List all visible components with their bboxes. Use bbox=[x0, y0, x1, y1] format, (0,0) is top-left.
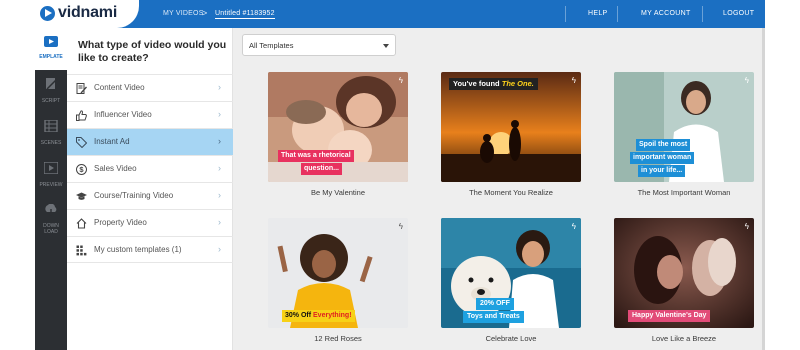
template-title[interactable]: 12 Red Roses bbox=[268, 334, 408, 343]
category-my-custom-templates[interactable]: My custom templates (1) › bbox=[67, 236, 233, 263]
tag-icon bbox=[76, 137, 87, 148]
lightning-icon: ϟ bbox=[571, 222, 576, 231]
scenes-icon bbox=[44, 120, 58, 132]
rail-label: PREVIEW bbox=[39, 182, 63, 188]
rail-item-download[interactable]: DOWN LOAD bbox=[35, 196, 67, 238]
thumbnail-caption: 20% OFF bbox=[476, 298, 514, 310]
lightning-icon: ϟ bbox=[744, 76, 749, 85]
breadcrumb-current[interactable]: Untitled #1183952 bbox=[215, 10, 275, 19]
my-account-link[interactable]: MY ACCOUNT bbox=[641, 10, 691, 17]
thumbnail-caption: You've found The One. bbox=[449, 78, 538, 90]
thumbnail-caption: Happy Valentine's Day bbox=[628, 310, 711, 322]
panel-question: What type of video would you like to cre… bbox=[78, 39, 227, 64]
category-course-training-video[interactable]: Course/Training Video › bbox=[67, 182, 233, 209]
thumbnail-caption: Toys and Treats bbox=[463, 311, 524, 323]
category-sales-video[interactable]: $ Sales Video › bbox=[67, 155, 233, 182]
template-title[interactable]: Love Like a Breeze bbox=[614, 334, 754, 343]
rail-label: SCRIPT bbox=[41, 98, 61, 104]
rail-item-preview[interactable]: PREVIEW bbox=[35, 154, 67, 196]
chevron-right-icon: › bbox=[218, 244, 221, 254]
template-thumbnail[interactable]: ϟ You've found The One. bbox=[441, 72, 581, 182]
dollar-icon: $ bbox=[76, 164, 87, 175]
template-title[interactable]: Be My Valentine bbox=[268, 188, 408, 197]
breadcrumb-my-videos[interactable]: MY VIDEOS bbox=[163, 10, 204, 17]
top-bar: vidnami MY VIDEOS > Untitled #1183952 HE… bbox=[35, 0, 765, 28]
category-label: My custom templates (1) bbox=[94, 245, 182, 254]
logo-text: vidnami bbox=[58, 4, 118, 21]
house-icon bbox=[76, 218, 87, 229]
template-filter-select[interactable]: All Templates bbox=[242, 34, 396, 56]
rail-item-template[interactable]: EMPLATE bbox=[35, 28, 67, 70]
caret-down-icon bbox=[383, 44, 389, 48]
lightning-icon: ϟ bbox=[571, 76, 576, 85]
category-label: Influencer Video bbox=[94, 110, 152, 119]
script-icon bbox=[46, 78, 58, 90]
scrollbar[interactable] bbox=[762, 28, 765, 350]
caption-text: You've found bbox=[453, 79, 502, 88]
template-filter-value: All Templates bbox=[249, 41, 294, 50]
category-content-video[interactable]: Content Video › bbox=[67, 74, 233, 101]
thumbnail-caption: question... bbox=[301, 163, 342, 175]
rail-label: SCENES bbox=[40, 140, 62, 146]
left-rail: EMPLATE SCRIPT SCENES PREVIEW DOWN LOAD bbox=[35, 28, 67, 350]
caption-highlight: Everything! bbox=[313, 312, 352, 319]
chevron-right-icon: › bbox=[218, 136, 221, 146]
lightning-icon: ϟ bbox=[744, 222, 749, 231]
chevron-right-icon: › bbox=[218, 217, 221, 227]
caption-text: 30% Off bbox=[285, 312, 314, 319]
category-influencer-video[interactable]: Influencer Video › bbox=[67, 101, 233, 128]
grid-icon bbox=[76, 245, 87, 256]
template-title[interactable]: The Most Important Woman bbox=[614, 188, 754, 197]
lightning-icon: ϟ bbox=[398, 222, 403, 231]
rail-item-scenes[interactable]: SCENES bbox=[35, 112, 67, 154]
template-title[interactable]: Celebrate Love bbox=[441, 334, 581, 343]
app-window: vidnami MY VIDEOS > Untitled #1183952 HE… bbox=[35, 0, 765, 350]
divider bbox=[702, 6, 703, 22]
rail-label: EMPLATE bbox=[39, 54, 63, 60]
document-icon bbox=[76, 83, 87, 94]
category-label: Instant Ad bbox=[94, 137, 130, 146]
template-thumbnail[interactable]: ϟ That was a rhetorical question... bbox=[268, 72, 408, 182]
lightning-icon: ϟ bbox=[398, 76, 403, 85]
chevron-right-icon: › bbox=[218, 82, 221, 92]
thumbnail-caption: in your life... bbox=[638, 165, 686, 177]
divider bbox=[617, 6, 618, 22]
category-label: Property Video bbox=[94, 218, 147, 227]
category-label: Content Video bbox=[94, 83, 145, 92]
help-link[interactable]: HELP bbox=[588, 10, 608, 17]
breadcrumb-separator: > bbox=[202, 8, 208, 18]
category-panel: What type of video would you like to cre… bbox=[67, 28, 233, 350]
template-icon bbox=[44, 36, 58, 47]
graduation-cap-icon bbox=[76, 192, 87, 200]
divider bbox=[565, 6, 566, 22]
category-property-video[interactable]: Property Video › bbox=[67, 209, 233, 236]
chevron-right-icon: › bbox=[218, 109, 221, 119]
chevron-right-icon: › bbox=[218, 190, 221, 200]
templates-area: All Templates ϟ That was a rhetorical qu bbox=[233, 28, 765, 350]
template-title[interactable]: The Moment You Realize bbox=[441, 188, 581, 197]
caption-highlight: The One. bbox=[501, 79, 534, 88]
svg-text:$: $ bbox=[79, 165, 84, 174]
play-logo-icon bbox=[40, 6, 55, 21]
thumbnail-caption: 30% Off Everything! bbox=[282, 310, 355, 322]
category-instant-ad[interactable]: Instant Ad › bbox=[67, 128, 233, 155]
download-icon bbox=[45, 204, 57, 216]
template-thumbnail[interactable]: ϟ Happy Valentine's Day bbox=[614, 218, 754, 328]
thumbnail-caption: important woman bbox=[630, 152, 695, 164]
thumbnail-caption: That was a rhetorical bbox=[278, 150, 354, 162]
template-thumbnail[interactable]: ϟ Spoil the most important woman in your… bbox=[614, 72, 754, 182]
category-label: Sales Video bbox=[94, 164, 137, 173]
template-thumbnail[interactable]: ϟ 30% Off Everything! bbox=[268, 218, 408, 328]
rail-item-script[interactable]: SCRIPT bbox=[35, 70, 67, 112]
template-thumbnail[interactable]: ϟ 20% OFF Toys and Treats bbox=[441, 218, 581, 328]
logo[interactable]: vidnami bbox=[35, 0, 139, 28]
thumbs-up-icon bbox=[76, 110, 87, 121]
category-label: Course/Training Video bbox=[94, 191, 174, 200]
preview-icon bbox=[44, 162, 58, 174]
thumbnail-caption: Spoil the most bbox=[636, 139, 691, 151]
rail-label: DOWN LOAD bbox=[43, 223, 59, 235]
logout-link[interactable]: LOGOUT bbox=[723, 10, 754, 17]
page: vidnami MY VIDEOS > Untitled #1183952 HE… bbox=[0, 0, 800, 350]
chevron-right-icon: › bbox=[218, 163, 221, 173]
